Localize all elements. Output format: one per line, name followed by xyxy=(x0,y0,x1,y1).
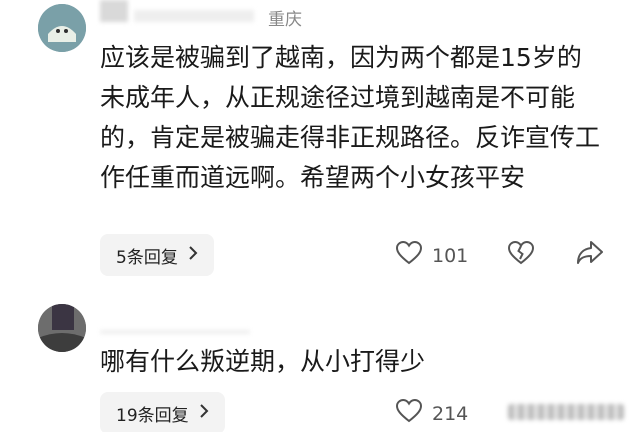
replies-button[interactable]: 19条回复 xyxy=(100,392,225,432)
username-redacted xyxy=(134,10,254,22)
comment-item: 重庆 应该是被骗到了越南，因为两个都是15岁的未成年人，从正规途径过境到越南是不… xyxy=(0,0,640,290)
like-count: 214 xyxy=(432,402,469,425)
comment-text: 应该是被骗到了越南，因为两个都是15岁的未成年人，从正规途径过境到越南是不可能的… xyxy=(100,43,601,192)
comment-text: 哪有什么叛逆期，从小打得少 xyxy=(100,347,426,376)
username-redacted xyxy=(100,330,250,334)
comment-item: 哪有什么叛逆期，从小打得少 19条回复 214 xyxy=(0,290,640,432)
chevron-right-icon xyxy=(199,403,209,423)
broken-heart-icon xyxy=(507,240,535,270)
heart-icon xyxy=(395,240,423,270)
watermark-redacted xyxy=(508,404,624,420)
share-button[interactable] xyxy=(576,240,604,270)
location-label: 重庆 xyxy=(268,10,302,30)
chevron-right-icon xyxy=(188,245,198,265)
dislike-button[interactable] xyxy=(507,240,535,270)
avatar[interactable] xyxy=(38,304,86,352)
heart-icon xyxy=(395,398,423,428)
like-button[interactable]: 101 xyxy=(395,240,469,270)
username-redacted xyxy=(100,0,128,22)
replies-label: 5条回复 xyxy=(116,247,178,268)
share-arrow-icon xyxy=(576,241,604,270)
avatar[interactable] xyxy=(38,4,86,52)
replies-label: 19条回复 xyxy=(116,405,189,426)
like-button[interactable]: 214 xyxy=(395,398,469,428)
replies-button[interactable]: 5条回复 xyxy=(100,234,214,276)
like-count: 101 xyxy=(432,244,469,267)
